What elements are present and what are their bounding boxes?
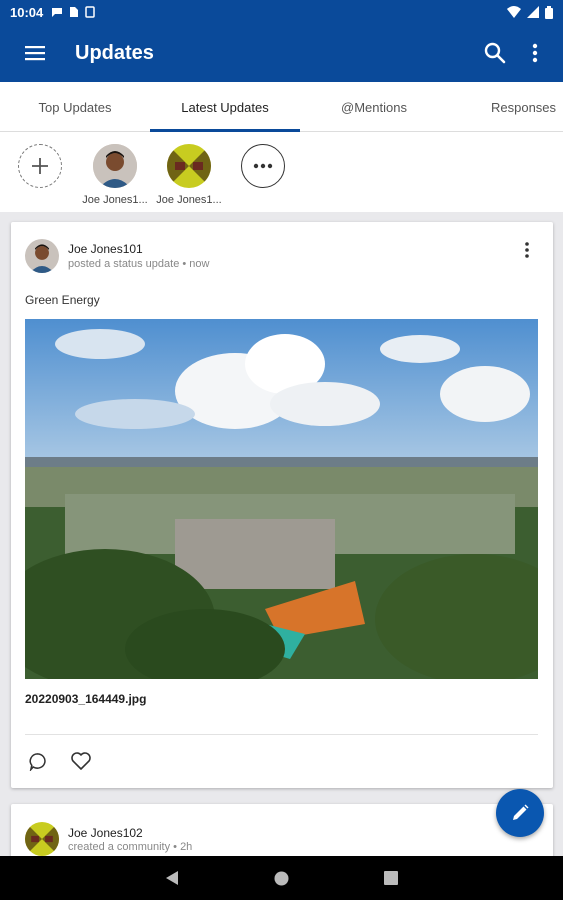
search-icon [484,42,506,64]
app-bar: Updates [0,24,563,82]
more-horiz-icon [241,144,285,188]
status-bar: 10:04 [0,0,563,24]
search-button[interactable] [475,24,515,82]
more-vert-icon [532,43,538,63]
chat-notification-icon [52,8,63,17]
overflow-menu-button[interactable] [515,24,555,82]
menu-button[interactable] [0,24,70,82]
status-time: 10:04 [10,4,44,20]
post-card: Joe Jones101 posted a status update • no… [11,222,553,788]
pencil-icon [513,804,529,820]
post-image[interactable] [25,319,538,679]
system-nav-bar [0,856,563,900]
page-title: Updates [75,41,154,64]
story-name: Joe Jones1... [156,194,222,206]
tab-top-updates[interactable]: Top Updates [0,82,150,132]
avatar [167,144,211,188]
files-notification-icon [70,7,79,17]
compose-button[interactable] [496,789,544,837]
comment-button[interactable] [25,749,49,773]
post-author[interactable]: Joe Jones101 [68,242,143,256]
tab-latest-updates[interactable]: Latest Updates [150,82,300,132]
post-text: Green Energy [25,293,100,307]
like-button[interactable] [69,749,93,773]
tab-responses[interactable]: Responses [448,82,563,132]
wifi-icon [507,6,521,18]
more-vert-icon [525,242,529,258]
tab-bar: Top Updates Latest Updates @Mentions Res… [0,82,563,132]
more-stories-button[interactable] [228,144,298,188]
tab-mentions[interactable]: @Mentions [300,82,448,132]
recents-icon[interactable] [384,871,398,885]
story-name: Joe Jones1... [82,194,148,206]
avatar[interactable] [25,239,59,273]
divider [25,734,538,735]
add-story-button[interactable] [5,144,75,188]
sim-notification-icon [85,6,95,18]
home-icon[interactable] [274,871,289,886]
post-card: Joe Jones102 created a community • 2h [11,804,553,864]
signal-icon [527,6,539,18]
avatar [93,144,137,188]
post-meta: posted a status update • now [68,258,210,270]
heart-icon [71,752,91,770]
avatar[interactable] [25,822,59,856]
post-author[interactable]: Joe Jones102 [68,826,143,840]
battery-icon [545,5,553,19]
hamburger-icon [25,46,45,61]
story-item[interactable]: Joe Jones1... [80,144,150,206]
attachment-filename[interactable]: 20220903_164449.jpg [25,692,146,706]
back-icon[interactable] [165,870,179,886]
comment-icon [29,752,46,771]
post-menu-button[interactable] [515,238,539,262]
add-icon [18,144,62,188]
post-meta: created a community • 2h [68,841,193,853]
story-item[interactable]: Joe Jones1... [154,144,224,206]
stories-row: Joe Jones1... Joe Jones1... [0,132,563,212]
